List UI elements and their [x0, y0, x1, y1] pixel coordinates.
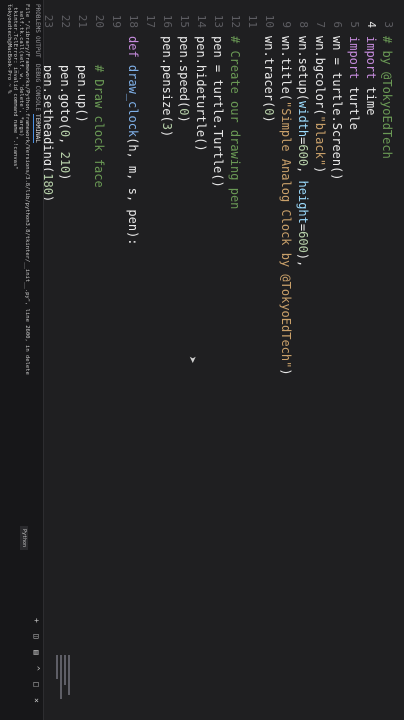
code-line[interactable]: 5 import turtle [345, 0, 362, 660]
code-line[interactable]: 8 wn.setup(width=600, height=600), [294, 0, 311, 660]
code-text: def draw_clock(h, m, s, pen): [126, 36, 140, 246]
bottom-panel: PROBLEMS OUTPUT DEBUG CONSOLE TERMINAL F… [0, 0, 44, 720]
code-line[interactable]: 18 def draw_clock(h, m, s, pen): [124, 0, 141, 660]
minimap[interactable] [44, 655, 74, 705]
line-number: 9 [280, 21, 293, 28]
terminal-line: self.tk.call(self._w, 'delete', *args) [18, 4, 24, 137]
terminal-prompt[interactable]: tokyoedtech@MacBook-Pro ~ % [5, 4, 12, 97]
code-line[interactable]: 11 [243, 0, 260, 660]
code-text: # Draw clock face [92, 36, 106, 188]
code-text: import turtle [347, 36, 361, 130]
line-number: 17 [144, 14, 157, 28]
add-terminal-icon[interactable]: + [32, 618, 41, 623]
code-line[interactable]: 17 [141, 0, 158, 660]
line-number: 16 [161, 14, 174, 28]
code-line[interactable]: 19 [107, 0, 124, 660]
panel-tabs: PROBLEMS OUTPUT DEBUG CONSOLE TERMINAL [31, 0, 43, 720]
code-text: wn.setup(width=600, height=600), [296, 36, 310, 268]
code-line[interactable]: 22 pen.goto(0, 210) [56, 0, 73, 660]
code-line[interactable]: 4 import time [362, 0, 379, 660]
minimap-row [56, 655, 58, 679]
close-icon[interactable]: × [32, 698, 41, 703]
python-terminal-badge[interactable]: Python [20, 526, 28, 551]
code-line[interactable]: 10 wn.tracer(0) [260, 0, 277, 660]
code-line[interactable]: 16 pen.pensize(3) [158, 0, 175, 660]
line-number: 19 [110, 14, 123, 28]
chevron-up-icon[interactable]: ^ [32, 666, 41, 671]
code-line[interactable]: 15 pen.speed(0) [175, 0, 192, 660]
mouse-pointer-icon: ➤ [184, 356, 199, 364]
line-number: 18 [127, 14, 140, 28]
code-editor[interactable]: # by @TokyoEdTech 3 4 import time 5 import t… [41, 0, 404, 720]
code-line[interactable]: 12 # Create our drawing pen [226, 0, 243, 660]
line-number: 6 [331, 21, 344, 28]
code-text: pen.up() [75, 36, 89, 123]
code-text: pen.pensize(3) [160, 36, 174, 138]
code-text: import time [364, 36, 378, 116]
code-line[interactable]: 3 [379, 0, 396, 660]
code-text: wn = turtle.Screen() [330, 36, 344, 181]
line-number: 11 [246, 14, 259, 28]
line-number: 13 [212, 14, 225, 28]
line-number: 12 [229, 14, 242, 28]
line-number: 21 [76, 14, 89, 28]
line-number: 7 [314, 21, 327, 28]
line-number: 8 [297, 21, 310, 28]
line-number: 4 [365, 21, 378, 28]
line-number: 20 [93, 14, 106, 28]
line-number: 15 [178, 14, 191, 28]
code-line[interactable]: 6 wn = turtle.Screen() [328, 0, 345, 660]
line-number: 3 [382, 21, 395, 28]
code-text: pen.speed(0) [177, 36, 191, 123]
code-text: pen.goto(0, 210) [58, 36, 72, 181]
vscode-window: # by @TokyoEdTech 3 4 import time 5 import t… [0, 0, 404, 720]
tab-debug-console[interactable]: DEBUG CONSOLE [34, 64, 41, 111]
code-line[interactable]: 7 wn.bgcolor("black") [311, 0, 328, 660]
terminal-line: File "/Library/Frameworks/Python.framewo… [24, 4, 30, 375]
code-text: pen.hideturtle() [194, 36, 208, 152]
code-line[interactable]: 14 pen.hideturtle() [192, 0, 209, 660]
code-line-fragment: # by @TokyoEdTech [380, 0, 404, 159]
tab-output[interactable]: OUTPUT [34, 36, 41, 58]
line-number: 14 [195, 14, 208, 28]
minimap-row [64, 655, 66, 685]
tab-terminal[interactable]: TERMINAL [33, 114, 41, 143]
code-text: pen = turtle.Turtle() [211, 36, 225, 188]
split-terminal-icon[interactable]: ◫ [32, 634, 41, 639]
code-text: wn.bgcolor("black") [313, 36, 327, 174]
minimap-row [60, 655, 62, 699]
tab-problems[interactable]: PROBLEMS [34, 4, 41, 33]
code-line[interactable]: 13 pen = turtle.Turtle() [209, 0, 226, 660]
line-number: 5 [348, 21, 361, 28]
maximize-panel-icon[interactable]: □ [32, 682, 41, 687]
minimap-row [68, 655, 70, 695]
terminal-line: _tkinter.TclError: invalid command name … [12, 4, 18, 170]
trash-icon[interactable]: ▤ [32, 650, 41, 655]
line-number: 22 [59, 14, 72, 28]
line-number: 10 [263, 14, 276, 28]
code-text: wn.title("Simple Analog Clock by @TokyoE… [279, 36, 293, 376]
code-text: # Create our drawing pen [228, 36, 242, 210]
code-line[interactable]: 21 pen.up() [73, 0, 90, 660]
code-text: wn.tracer(0) [262, 36, 276, 123]
code-line[interactable]: 20 # Draw clock face [90, 0, 107, 660]
code-line[interactable]: 9 wn.title("Simple Analog Clock by @Tokyo… [277, 0, 294, 660]
